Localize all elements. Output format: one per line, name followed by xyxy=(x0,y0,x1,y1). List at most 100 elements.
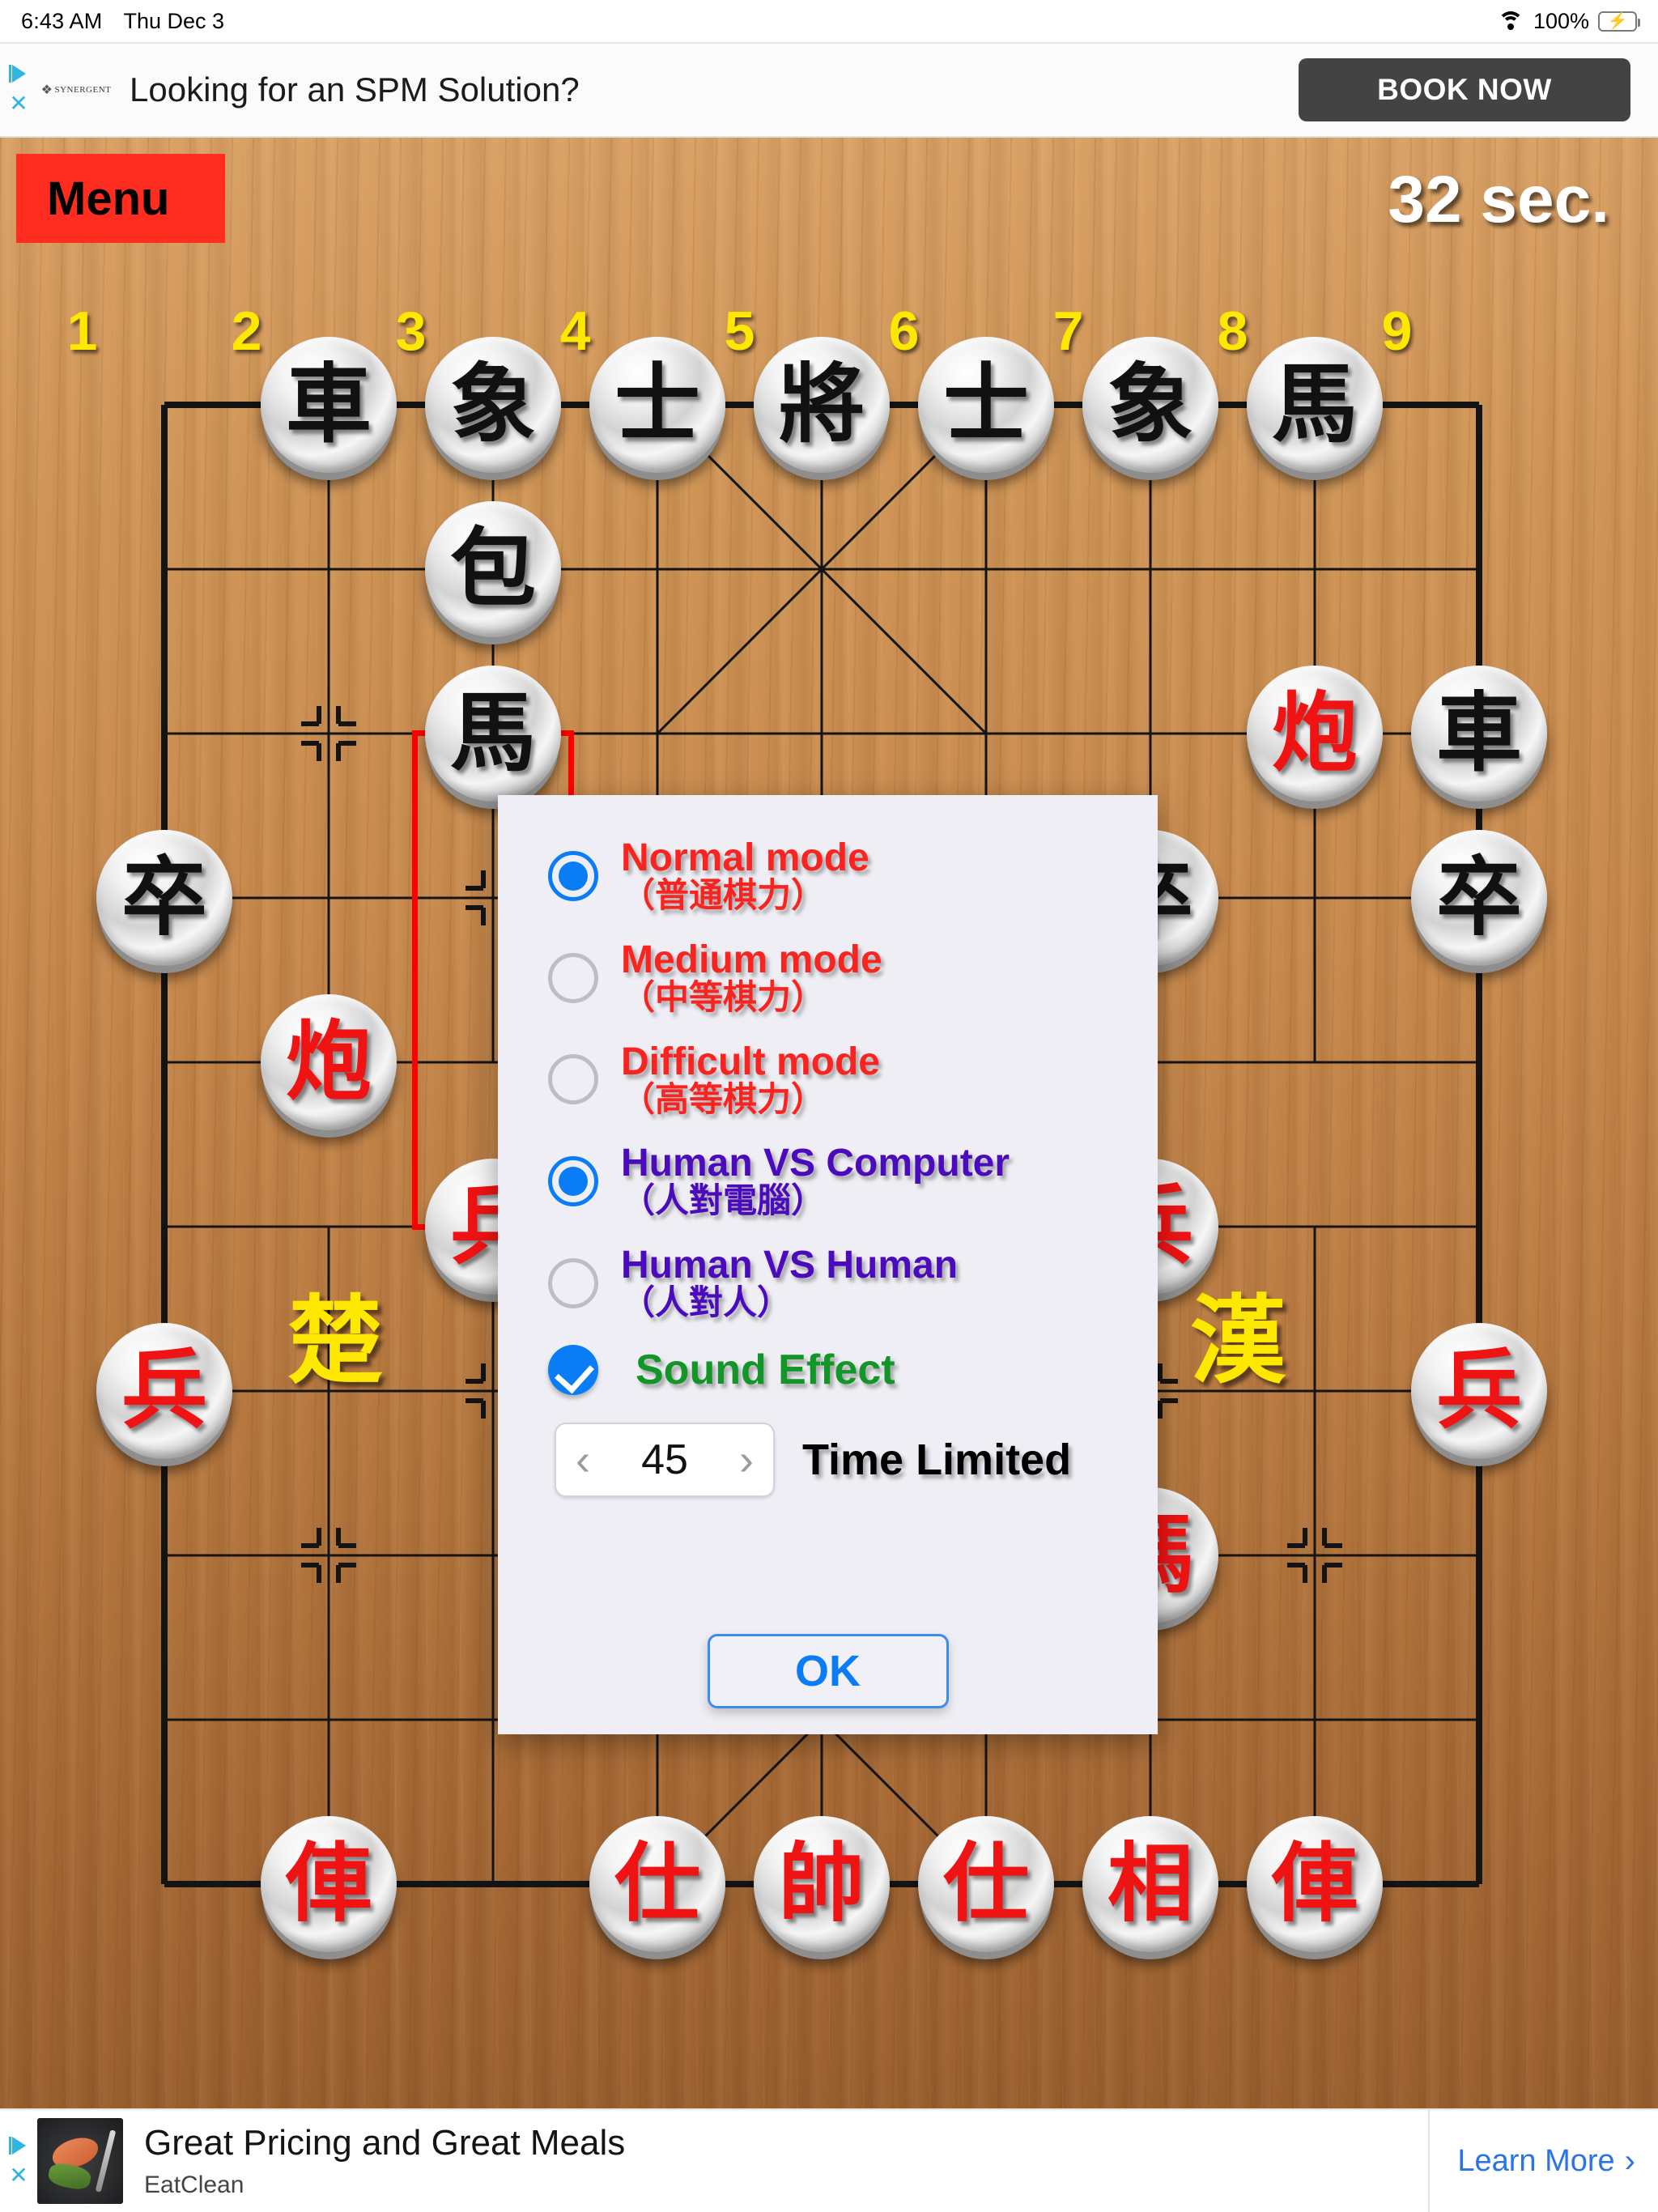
piece-glyph: 馬 xyxy=(450,683,536,783)
piece-red-cannon-left[interactable]: 炮 xyxy=(261,994,397,1130)
piece-red-cannon-right[interactable]: 炮 xyxy=(1247,666,1383,802)
piece-black-chariot-left[interactable]: 車 xyxy=(261,337,397,473)
piece-glyph: 仕 xyxy=(614,1834,700,1933)
learn-more-button[interactable]: Learn More › xyxy=(1428,2110,1658,2212)
battery-percent: 100% xyxy=(1533,8,1589,33)
option-labels: Human VS Computer （人對電腦） xyxy=(621,1142,1010,1219)
piece-glyph: 車 xyxy=(286,355,372,454)
river-text-left: 楚 xyxy=(287,1285,384,1397)
status-right-cluster: 100% ⚡ xyxy=(1497,8,1640,34)
bottom-ad-banner[interactable]: ✕ Great Pricing and Great Meals EatClean… xyxy=(0,2108,1658,2212)
app-root: 6:43 AM Thu Dec 3 100% ⚡ ✕ ❖ SYNERGENT Lo… xyxy=(0,0,1658,2212)
option-difficult-mode[interactable]: Difficult mode （高等棋力） xyxy=(498,1042,1158,1119)
piece-glyph: 卒 xyxy=(1436,848,1522,947)
piece-glyph: 士 xyxy=(614,355,700,454)
piece-black-horse-left[interactable]: 馬 xyxy=(425,666,561,802)
option-labels: Normal mode （普通棋力） xyxy=(621,836,869,915)
option-label-en: Human VS Human xyxy=(621,1244,959,1287)
piece-red-elephant-right[interactable]: 相 xyxy=(1082,1816,1218,1952)
piece-black-elephant-left[interactable]: 象 xyxy=(425,337,561,473)
learn-more-label: Learn More xyxy=(1457,2143,1615,2178)
piece-black-chariot-right[interactable]: 車 xyxy=(1411,666,1547,802)
ad-advertiser: EatClean xyxy=(144,2172,244,2198)
sound-effect-label: Sound Effect xyxy=(636,1346,895,1393)
status-time: 6:43 AM xyxy=(21,8,103,33)
piece-glyph: 仕 xyxy=(943,1834,1029,1933)
piece-black-cannon-left[interactable]: 包 xyxy=(425,501,561,637)
piece-glyph: 士 xyxy=(943,355,1029,454)
mode-options-list[interactable]: Normal mode （普通棋力） Medium mode （中等棋力） Diffic… xyxy=(498,836,1158,1323)
piece-red-soldier-1[interactable]: 兵 xyxy=(96,1323,232,1459)
chevron-right-icon: › xyxy=(1624,2142,1635,2179)
piece-glyph: 包 xyxy=(450,519,536,619)
piece-red-soldier-9[interactable]: 兵 xyxy=(1411,1323,1547,1459)
wifi-icon xyxy=(1497,11,1524,32)
piece-glyph: 相 xyxy=(1107,1834,1193,1933)
time-limited-value: 45 xyxy=(641,1436,688,1483)
piece-red-advisor-left[interactable]: 仕 xyxy=(589,1816,725,1952)
chevron-right-icon[interactable]: › xyxy=(739,1438,754,1482)
piece-red-chariot-left[interactable]: 俥 xyxy=(261,1816,397,1952)
game-board-area[interactable]: Menu 32 sec. 123456789 楚 漢 車象士將士象馬包馬炮車卒卒… xyxy=(0,138,1658,2108)
option-label-en: Medium mode xyxy=(621,938,882,981)
piece-glyph: 卒 xyxy=(121,848,207,947)
sound-effect-checkbox[interactable] xyxy=(548,1344,598,1395)
piece-red-chariot-right[interactable]: 俥 xyxy=(1247,1816,1383,1952)
option-normal-mode[interactable]: Normal mode （普通棋力） xyxy=(498,836,1158,915)
option-label-cn: （高等棋力） xyxy=(621,1078,826,1119)
ad-text-block: Great Pricing and Great Meals EatClean xyxy=(144,2123,625,2199)
piece-black-advisor-left[interactable]: 士 xyxy=(589,337,725,473)
piece-glyph: 馬 xyxy=(1272,355,1358,454)
top-ad-banner[interactable]: ✕ ❖ SYNERGENT Looking for an SPM Solution… xyxy=(0,42,1658,138)
piece-glyph: 兵 xyxy=(121,1341,207,1440)
ad-title: Great Pricing and Great Meals xyxy=(144,2123,626,2163)
piece-red-advisor-right[interactable]: 仕 xyxy=(918,1816,1054,1952)
radio-normal-mode[interactable] xyxy=(548,850,598,901)
piece-black-general[interactable]: 將 xyxy=(754,337,890,473)
time-limited-stepper[interactable]: ‹ 45 › xyxy=(555,1422,775,1497)
option-label-en: Normal mode xyxy=(621,836,869,879)
adchoices-icon[interactable]: ✕ xyxy=(0,2110,37,2212)
time-limited-label: Time Limited xyxy=(802,1435,1072,1484)
piece-black-soldier-1[interactable]: 卒 xyxy=(96,830,232,966)
status-bar: 6:43 AM Thu Dec 3 100% ⚡ xyxy=(0,0,1658,42)
option-human-vs-computer[interactable]: Human VS Computer （人對電腦） xyxy=(498,1142,1158,1219)
piece-glyph: 炮 xyxy=(1272,683,1358,783)
time-limited-row[interactable]: ‹ 45 › Time Limited xyxy=(498,1422,1158,1497)
option-labels: Medium mode （中等棋力） xyxy=(621,938,882,1017)
close-icon[interactable]: ✕ xyxy=(9,2164,28,2187)
battery-charging-icon: ⚡ xyxy=(1598,11,1640,32)
piece-glyph: 炮 xyxy=(286,1012,372,1112)
option-medium-mode[interactable]: Medium mode （中等棋力） xyxy=(498,938,1158,1017)
radio-human-vs-computer[interactable] xyxy=(548,1156,598,1207)
status-date: Thu Dec 3 xyxy=(123,8,225,33)
piece-black-elephant-right[interactable]: 象 xyxy=(1082,337,1218,473)
sound-effect-row[interactable]: Sound Effect xyxy=(498,1344,1158,1395)
river-text-right: 漢 xyxy=(1190,1285,1286,1397)
adchoices-icon[interactable]: ✕ xyxy=(0,42,37,138)
option-label-cn: （普通棋力） xyxy=(621,874,826,915)
option-label-cn: （中等棋力） xyxy=(621,976,826,1017)
book-now-button[interactable]: BOOK NOW xyxy=(1299,58,1630,121)
option-label-en: Human VS Computer xyxy=(621,1142,1010,1185)
radio-human-vs-human[interactable] xyxy=(548,1258,598,1309)
settings-dialog[interactable]: Normal mode （普通棋力） Medium mode （中等棋力） Diffic… xyxy=(498,795,1158,1734)
chevron-left-icon[interactable]: ‹ xyxy=(576,1438,590,1482)
close-icon[interactable]: ✕ xyxy=(9,92,28,115)
ad-thumbnail xyxy=(37,2118,123,2204)
option-labels: Human VS Human （人對人） xyxy=(621,1244,959,1323)
piece-glyph: 帥 xyxy=(779,1834,865,1933)
piece-black-horse-right[interactable]: 馬 xyxy=(1247,337,1383,473)
option-label-cn: （人對人） xyxy=(621,1283,792,1323)
piece-glyph: 象 xyxy=(1107,355,1193,454)
ok-button[interactable]: OK xyxy=(707,1634,949,1708)
option-labels: Difficult mode （高等棋力） xyxy=(621,1042,880,1119)
piece-black-advisor-right[interactable]: 士 xyxy=(918,337,1054,473)
radio-difficult-mode[interactable] xyxy=(548,1054,598,1105)
piece-glyph: 兵 xyxy=(1436,1341,1522,1440)
piece-glyph: 俥 xyxy=(286,1834,372,1933)
option-human-vs-human[interactable]: Human VS Human （人對人） xyxy=(498,1244,1158,1323)
piece-red-general[interactable]: 帥 xyxy=(754,1816,890,1952)
radio-medium-mode[interactable] xyxy=(548,952,598,1003)
piece-black-soldier-9[interactable]: 卒 xyxy=(1411,830,1547,966)
